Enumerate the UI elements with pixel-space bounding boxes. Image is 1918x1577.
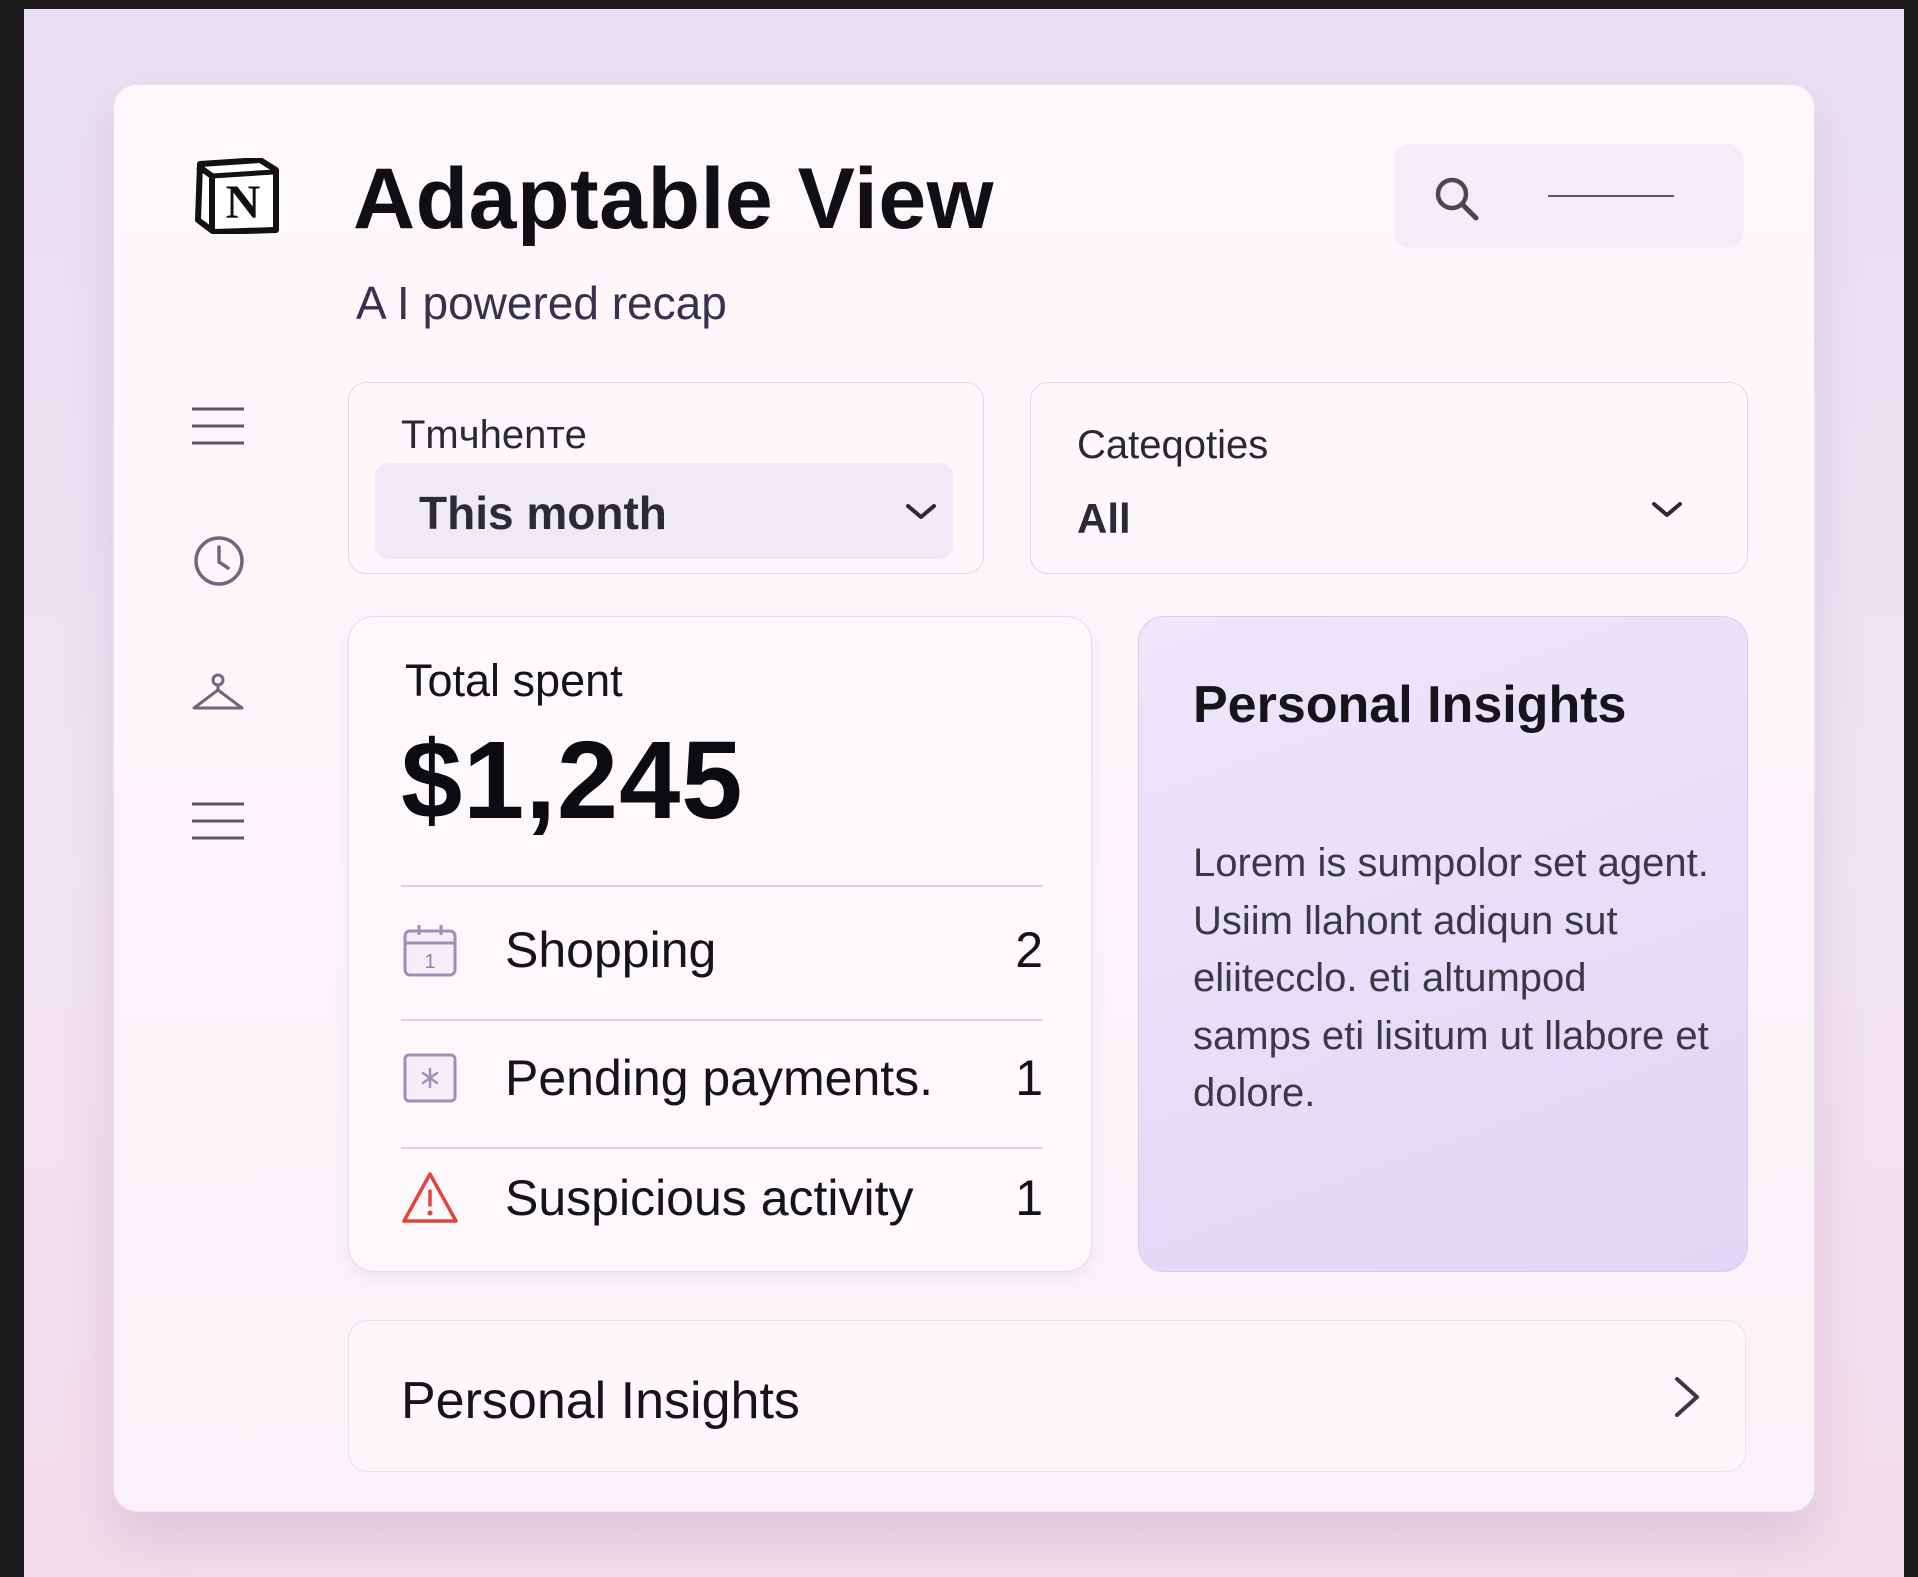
insights-title: Personal Insights bbox=[1193, 676, 1627, 734]
logo-letter: N bbox=[226, 176, 261, 229]
divider bbox=[401, 1147, 1043, 1149]
timeframe-value: This month bbox=[419, 487, 667, 539]
total-spent-label: Total spent bbox=[405, 655, 623, 706]
divider bbox=[401, 885, 1043, 887]
shopping-label: Shopping bbox=[505, 922, 717, 978]
divider bbox=[401, 1019, 1043, 1021]
total-spent-card: Total spent $1,245 1 Shopping 2 Pending … bbox=[348, 616, 1092, 1272]
search-box[interactable] bbox=[1394, 144, 1744, 248]
hanger-icon[interactable] bbox=[190, 672, 246, 714]
chevron-down-icon[interactable] bbox=[1649, 497, 1685, 521]
pending-icon bbox=[403, 1053, 457, 1103]
summary-row-shopping[interactable]: 1 Shopping 2 bbox=[401, 909, 1043, 989]
suspicious-activity-label: Suspicious activity bbox=[505, 1170, 914, 1226]
categories-value: All bbox=[1077, 495, 1131, 542]
shopping-count: 2 bbox=[1015, 922, 1043, 978]
svg-text:1: 1 bbox=[424, 951, 435, 973]
summary-row-pending[interactable]: Pending payments. 1 bbox=[401, 1037, 1043, 1117]
categories-label: Cateqoties bbox=[1077, 423, 1269, 467]
pending-payments-label: Pending payments. bbox=[505, 1050, 934, 1106]
timeframe-filter[interactable]: Tmчhenтe This month bbox=[348, 382, 984, 574]
search-icon[interactable] bbox=[1432, 174, 1482, 224]
page-subtitle: A I powered recap bbox=[356, 277, 727, 329]
notion-logo-icon: N bbox=[195, 158, 279, 234]
menu-icon[interactable] bbox=[190, 405, 246, 447]
chevron-down-icon[interactable] bbox=[903, 499, 939, 523]
personal-insights-card[interactable]: Personal Insights Lorem is sumpolor set … bbox=[1138, 616, 1748, 1272]
calendar-icon: 1 bbox=[403, 925, 457, 977]
warning-icon bbox=[402, 1172, 458, 1223]
search-input-placeholder-line[interactable] bbox=[1548, 195, 1674, 197]
insights-body: Lorem is sumpolor set agent. Usiim llaho… bbox=[1193, 841, 1709, 1115]
suspicious-activity-count: 1 bbox=[1015, 1170, 1043, 1226]
categories-filter[interactable]: Cateqoties All bbox=[1030, 382, 1748, 574]
chevron-right-icon[interactable] bbox=[1669, 1373, 1705, 1421]
summary-row-suspicious[interactable]: Suspicious activity 1 bbox=[401, 1157, 1043, 1237]
personal-insights-link[interactable]: Personal Insights bbox=[348, 1320, 1746, 1472]
personal-insights-link-label: Personal Insights bbox=[401, 1372, 800, 1430]
total-spent-amount: $1,245 bbox=[401, 719, 744, 842]
list-icon[interactable] bbox=[190, 800, 246, 842]
timeframe-select[interactable]: This month bbox=[375, 463, 953, 559]
clock-icon[interactable] bbox=[192, 534, 246, 588]
pending-payments-count: 1 bbox=[1015, 1050, 1043, 1106]
timeframe-label: Tmчhenтe bbox=[401, 413, 587, 457]
page-title: Adaptable View bbox=[353, 151, 995, 247]
